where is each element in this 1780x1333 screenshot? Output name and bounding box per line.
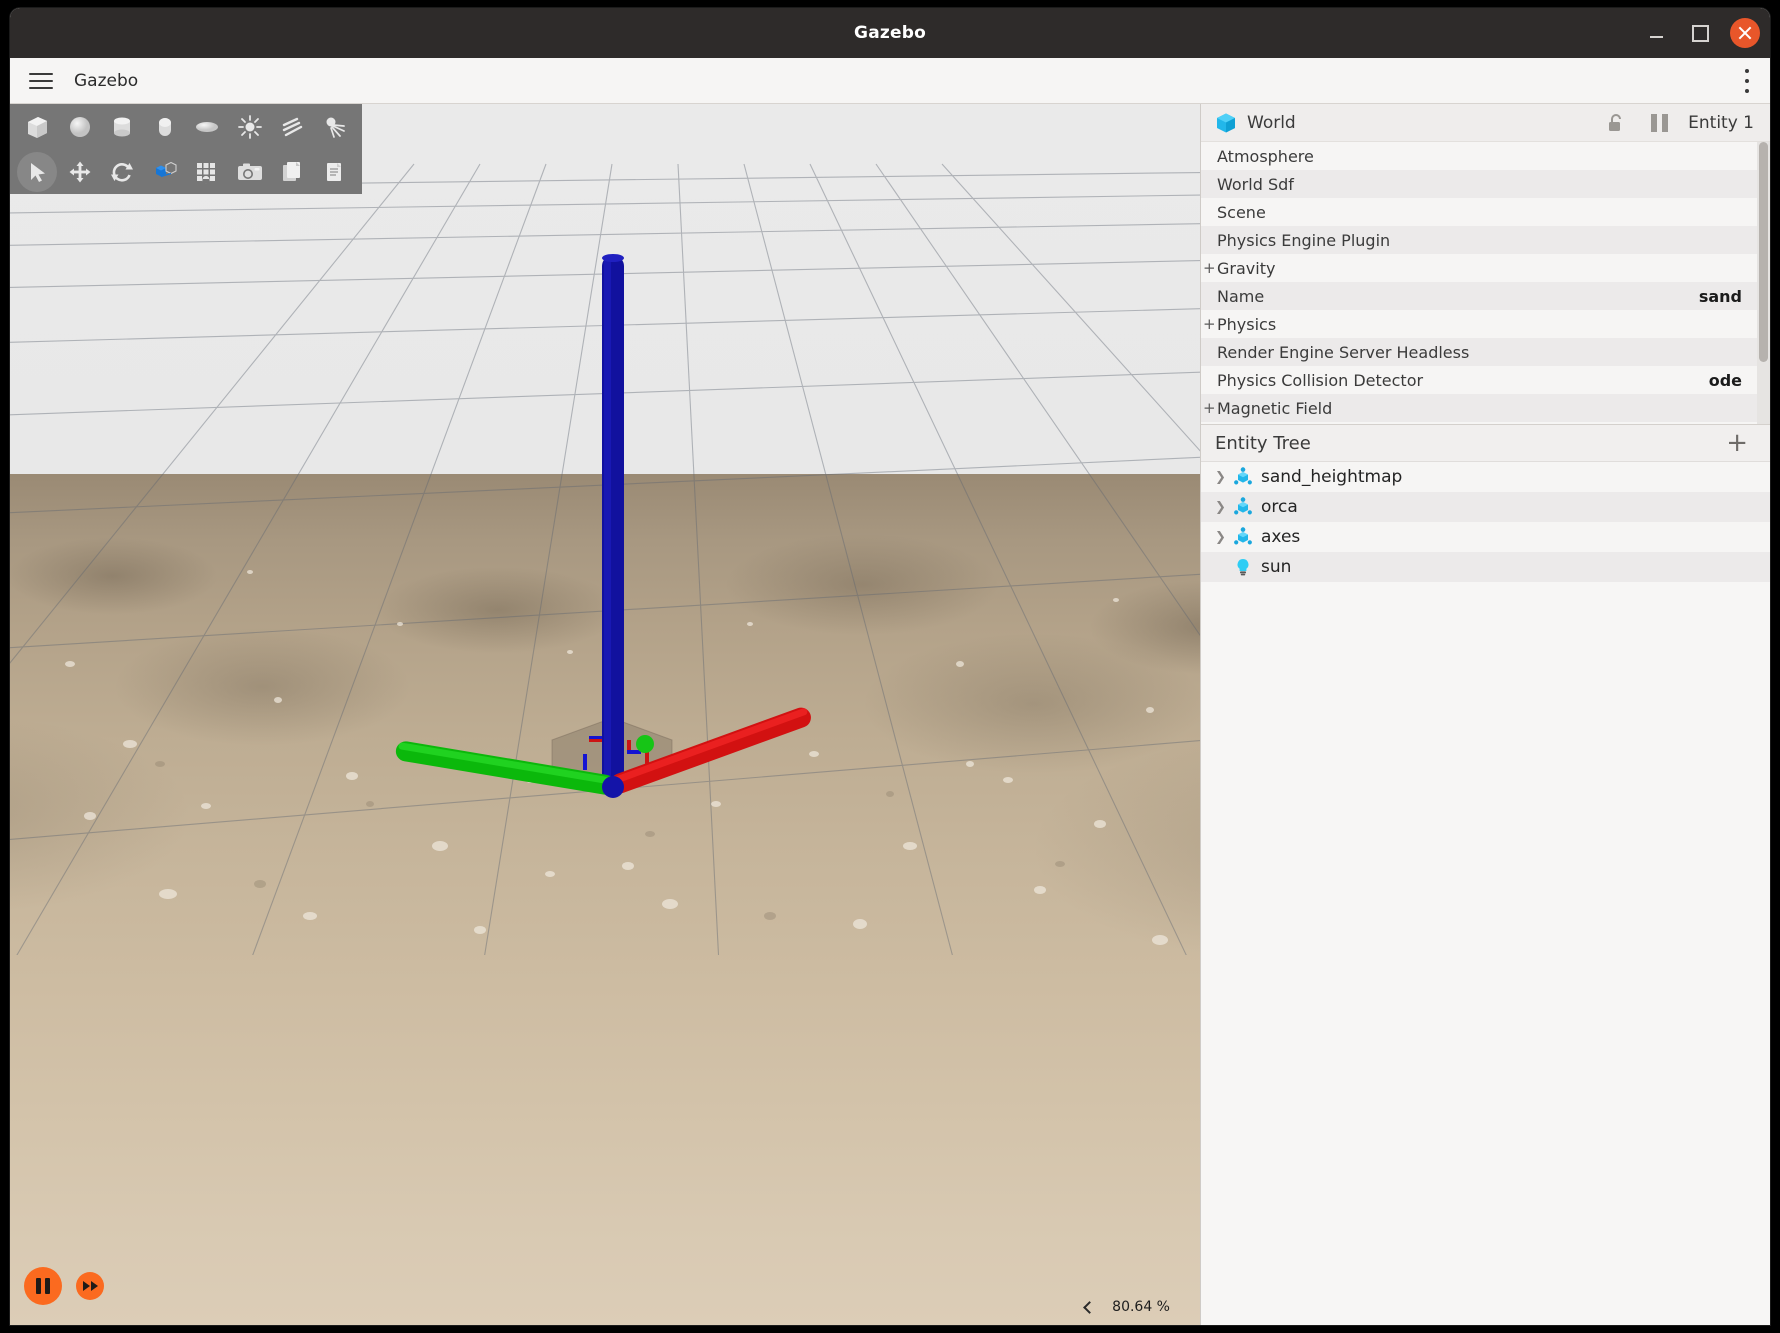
property-row[interactable]: World Sdf	[1201, 170, 1770, 198]
add-entity-icon[interactable]: +	[1726, 430, 1748, 456]
property-label: Scene	[1217, 202, 1266, 222]
world-cube-icon	[1215, 112, 1237, 134]
rotate-mode-icon[interactable]	[101, 149, 144, 194]
app-name-label: Gazebo	[74, 70, 139, 91]
property-row[interactable]: + Physics	[1201, 310, 1770, 338]
transform-control-icon[interactable]	[144, 149, 187, 194]
entity-tree-item-label: orca	[1261, 497, 1298, 517]
hamburger-menu-icon[interactable]	[28, 71, 54, 91]
spot-light-icon[interactable]	[314, 104, 357, 149]
menu-bar: Gazebo	[10, 58, 1770, 104]
paste-icon[interactable]	[314, 149, 357, 194]
entity-tree-item-label: axes	[1261, 527, 1301, 547]
capsule-shape-icon[interactable]	[144, 104, 187, 149]
property-label: Magnetic Field	[1217, 398, 1333, 418]
property-row[interactable]: Render Engine Gui Plugin	[1201, 422, 1770, 424]
more-options-icon[interactable]	[1744, 68, 1750, 93]
box-shape-icon[interactable]	[16, 104, 59, 149]
gazebo-window: Gazebo Gazebo 80.64 % World Entity 1 Atm…	[10, 8, 1770, 1325]
point-light-icon[interactable]	[229, 104, 272, 149]
entity-tree-item-label: sun	[1261, 557, 1292, 577]
panel-pause-icon[interactable]	[1651, 113, 1669, 132]
entity-count-label: Entity 1	[1688, 112, 1754, 133]
step-forward-button[interactable]	[76, 1272, 104, 1300]
expand-toggle-icon[interactable]: +	[1203, 259, 1217, 277]
main-area: 80.64 % World Entity 1 Atmosphere World …	[10, 104, 1770, 1325]
expand-toggle-icon[interactable]: +	[1203, 315, 1217, 333]
property-row[interactable]: Scene	[1201, 198, 1770, 226]
entity-tree-header: Entity Tree +	[1201, 424, 1770, 462]
entity-tree-item[interactable]: sun	[1201, 552, 1770, 582]
chevron-left-icon[interactable]	[1083, 1300, 1097, 1314]
directional-light-icon[interactable]	[271, 104, 314, 149]
terrain-speckles	[65, 570, 1168, 945]
property-row[interactable]: Physics Engine Plugin	[1201, 226, 1770, 254]
chevron-right-icon[interactable]: ❯	[1215, 500, 1231, 515]
viewport-status-bar: 80.64 %	[1083, 1299, 1170, 1315]
ellipsoid-shape-icon[interactable]	[186, 104, 229, 149]
pause-button[interactable]	[24, 1267, 62, 1305]
right-panel: World Entity 1 Atmosphere World Sdf Scene P…	[1200, 104, 1770, 1325]
property-row[interactable]: Name sand	[1201, 282, 1770, 310]
close-button[interactable]	[1730, 18, 1760, 48]
grid-icon[interactable]	[186, 149, 229, 194]
chevron-right-icon[interactable]: ❯	[1215, 530, 1231, 545]
property-row[interactable]: Atmosphere	[1201, 142, 1770, 170]
entity-tree-list[interactable]: ❯ sand_heightmap ❯ orca ❯ axes sun	[1201, 462, 1770, 1325]
entity-tree-item[interactable]: ❯ orca	[1201, 492, 1770, 522]
playback-controls	[24, 1267, 104, 1305]
chevron-right-icon[interactable]: ❯	[1215, 470, 1231, 485]
zoom-percent-label: 80.64 %	[1112, 1299, 1170, 1315]
property-label: Gravity	[1217, 258, 1276, 278]
property-label: Name	[1217, 286, 1265, 306]
property-row[interactable]: Render Engine Server Headless	[1201, 338, 1770, 366]
properties-scrollbar-thumb[interactable]	[1759, 142, 1768, 362]
maximize-button[interactable]	[1686, 19, 1714, 47]
properties-scrollbar[interactable]	[1757, 142, 1770, 424]
property-label: Physics Engine Plugin	[1217, 230, 1391, 250]
property-label: Physics Collision Detector	[1217, 370, 1424, 390]
translate-mode-icon[interactable]	[59, 149, 102, 194]
viewport-toolbars	[10, 104, 362, 194]
model-icon	[1231, 467, 1255, 487]
entity-tree-title: Entity Tree	[1215, 432, 1311, 454]
property-row[interactable]: Physics Collision Detector ode	[1201, 366, 1770, 394]
model-icon	[1231, 527, 1255, 547]
property-row[interactable]: + Gravity	[1201, 254, 1770, 282]
transform-toolbar	[10, 149, 362, 194]
world-panel-header: World Entity 1	[1201, 104, 1770, 142]
entity-tree-item[interactable]: ❯ sand_heightmap	[1201, 462, 1770, 492]
model-icon	[1231, 497, 1255, 517]
property-label: Render Engine Server Headless	[1217, 342, 1470, 362]
window-title: Gazebo	[854, 23, 926, 43]
sphere-shape-icon[interactable]	[59, 104, 102, 149]
copy-icon[interactable]	[271, 149, 314, 194]
light-bulb-icon	[1231, 557, 1255, 577]
shape-toolbar	[10, 104, 362, 149]
property-label: World Sdf	[1217, 174, 1294, 194]
property-label: Atmosphere	[1217, 146, 1314, 166]
property-value: sand	[1698, 286, 1742, 306]
expand-toggle-icon[interactable]: +	[1203, 399, 1217, 417]
property-label: Physics	[1217, 314, 1277, 334]
title-bar: Gazebo	[10, 8, 1770, 58]
minimize-button[interactable]	[1642, 19, 1670, 47]
screenshot-icon[interactable]	[229, 149, 272, 194]
cylinder-shape-icon[interactable]	[101, 104, 144, 149]
property-value: ode	[1708, 370, 1742, 390]
select-mode-icon[interactable]	[16, 149, 59, 194]
world-properties-list[interactable]: Atmosphere World Sdf Scene Physics Engine P…	[1201, 142, 1770, 424]
window-controls	[1642, 8, 1760, 58]
entity-tree-item-label: sand_heightmap	[1261, 467, 1403, 487]
3d-viewport[interactable]: 80.64 %	[10, 104, 1200, 1325]
world-panel-title: World	[1247, 112, 1296, 133]
orca-model-box[interactable]	[547, 716, 677, 796]
entity-tree-item[interactable]: ❯ axes	[1201, 522, 1770, 552]
unlock-icon[interactable]	[1607, 113, 1625, 133]
property-row[interactable]: + Magnetic Field	[1201, 394, 1770, 422]
